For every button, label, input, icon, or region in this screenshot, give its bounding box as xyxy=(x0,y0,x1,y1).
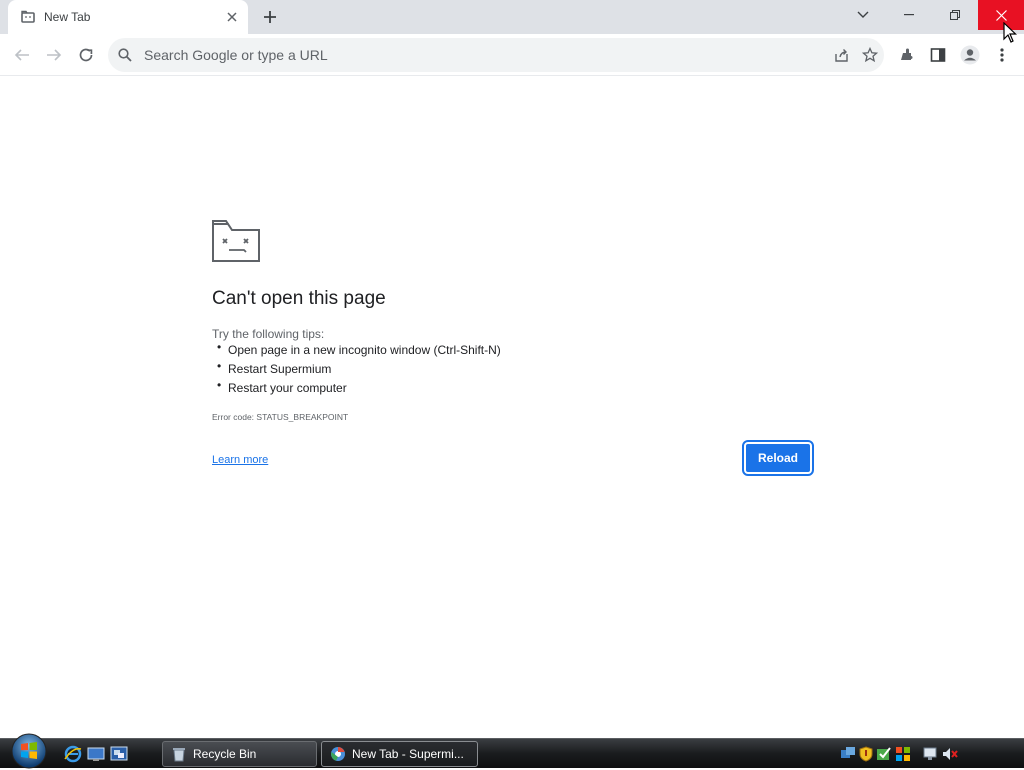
minimize-icon xyxy=(904,14,914,16)
side-panel-button[interactable] xyxy=(923,40,953,70)
tab-new-tab[interactable]: New Tab xyxy=(8,0,248,34)
taskbar-button-recycle-bin[interactable]: Recycle Bin xyxy=(162,741,317,767)
mouse-cursor-icon xyxy=(1003,22,1017,43)
extensions-button[interactable] xyxy=(891,40,921,70)
close-icon xyxy=(995,9,1007,21)
page-content: Can't open this page Try the following t… xyxy=(0,77,1024,738)
menu-icon xyxy=(1000,48,1004,62)
tab-search-button[interactable] xyxy=(840,0,886,30)
chevron-down-icon xyxy=(857,11,869,18)
tray-windows-icon[interactable] xyxy=(895,746,911,762)
error-code: Error code: STATUS_BREAKPOINT xyxy=(212,412,349,422)
switch-windows-icon[interactable] xyxy=(110,745,128,763)
reload-icon xyxy=(79,48,93,62)
menu-button[interactable] xyxy=(987,40,1017,70)
plus-icon xyxy=(264,11,276,23)
list-item: Restart your computer xyxy=(217,376,501,398)
learn-more-link[interactable]: Learn more xyxy=(212,454,268,466)
reload-button[interactable]: Reload xyxy=(742,440,814,476)
tray-update-icon[interactable] xyxy=(876,746,892,762)
tab-title: New Tab xyxy=(44,10,91,24)
restore-button[interactable] xyxy=(932,0,978,30)
profile-button[interactable] xyxy=(955,40,985,70)
search-icon xyxy=(118,48,132,62)
list-item: Open page in a new incognito window (Ctr… xyxy=(217,338,501,360)
taskbar: Recycle Bin New Tab - Supermi... xyxy=(0,733,1024,769)
reload-toolbar-button[interactable] xyxy=(71,40,101,70)
taskbar-button-label: New Tab - Supermi... xyxy=(352,747,464,761)
start-button[interactable] xyxy=(8,733,50,769)
forward-button[interactable] xyxy=(39,40,69,70)
forward-icon xyxy=(47,49,62,61)
maximize-icon xyxy=(950,10,960,20)
new-tab-button[interactable] xyxy=(258,5,282,29)
tips-list: Open page in a new incognito window (Ctr… xyxy=(217,338,501,398)
tray-network-icon[interactable] xyxy=(840,746,856,762)
tab-favicon-icon xyxy=(20,9,36,25)
back-button[interactable] xyxy=(7,40,37,70)
recycle-bin-icon xyxy=(171,746,187,762)
tray-volume-muted-icon[interactable] xyxy=(942,746,958,762)
omnibox[interactable] xyxy=(108,38,884,72)
share-icon[interactable] xyxy=(828,41,856,69)
windows-start-icon xyxy=(11,733,47,769)
profile-icon xyxy=(960,45,980,65)
tray-security-icon[interactable] xyxy=(859,746,873,762)
extensions-icon xyxy=(901,48,913,60)
omnibox-input[interactable] xyxy=(144,47,828,63)
taskbar-button-supermium[interactable]: New Tab - Supermi... xyxy=(321,741,478,767)
list-item: Restart Supermium xyxy=(217,357,501,379)
ie-quicklaunch-icon[interactable] xyxy=(64,745,82,763)
star-icon[interactable] xyxy=(856,41,884,69)
sad-folder-icon xyxy=(212,220,262,267)
taskbar-button-label: Recycle Bin xyxy=(193,747,257,761)
tips-heading: Try the following tips: xyxy=(212,327,325,341)
show-desktop-icon[interactable] xyxy=(87,745,105,763)
minimize-button[interactable] xyxy=(886,0,932,30)
browser-toolbar xyxy=(0,34,1024,76)
tab-close-icon[interactable] xyxy=(222,7,242,27)
side-panel-icon xyxy=(930,48,946,62)
supermium-icon xyxy=(330,746,346,762)
system-tray xyxy=(840,745,958,763)
error-title: Can't open this page xyxy=(212,288,386,309)
tray-display-icon[interactable] xyxy=(923,746,939,762)
title-bar: New Tab xyxy=(0,0,1024,34)
back-icon xyxy=(14,49,29,61)
close-window-button[interactable] xyxy=(978,0,1024,30)
